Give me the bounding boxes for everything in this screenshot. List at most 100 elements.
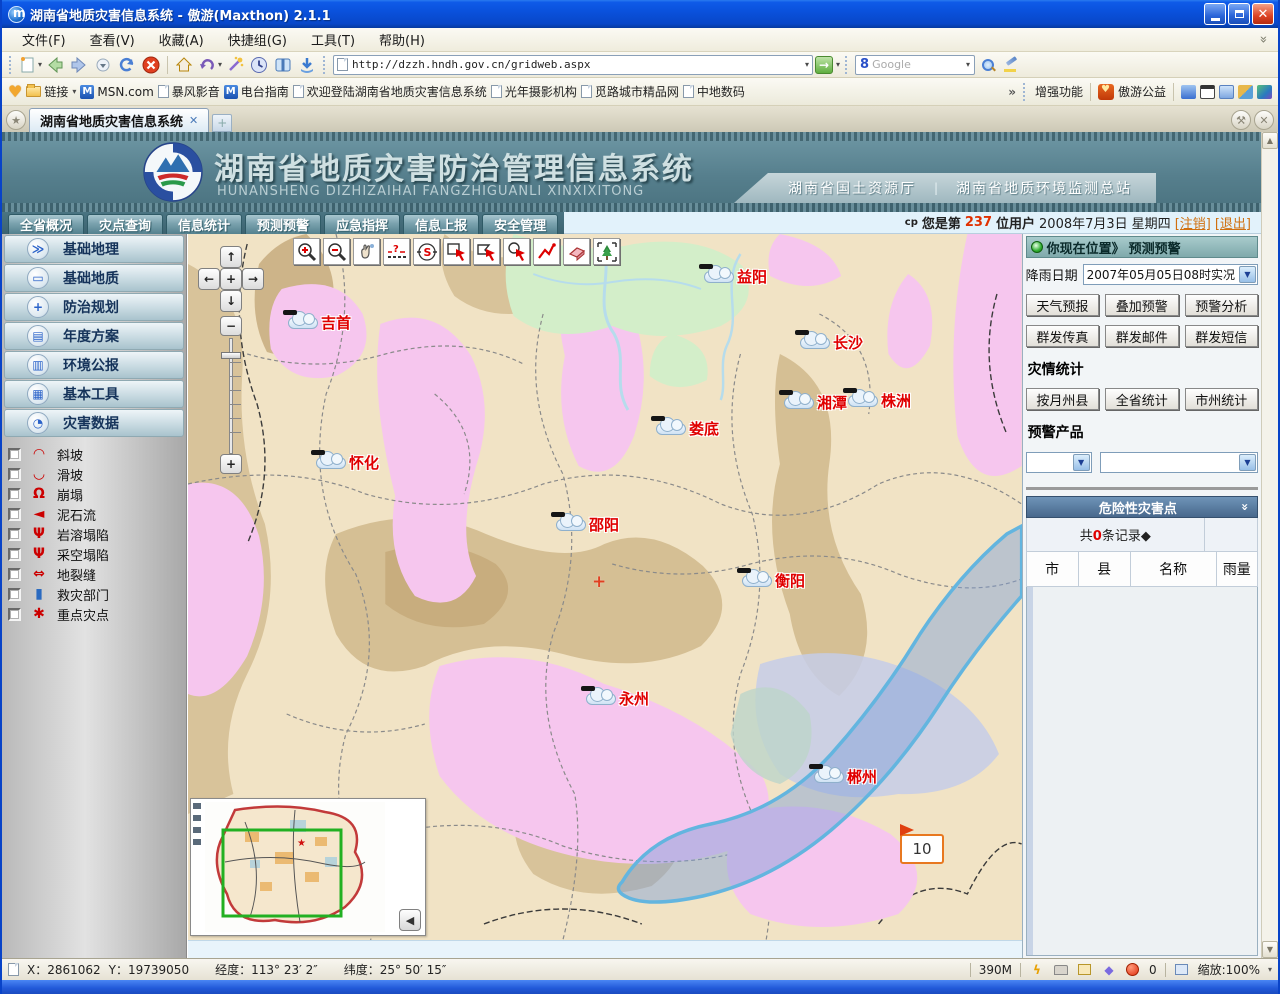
- new-window-icon[interactable]: [1077, 963, 1093, 977]
- toolbar-grip[interactable]: [1023, 83, 1028, 101]
- city-marker-huaihua[interactable]: 怀化: [316, 452, 379, 473]
- menu-help[interactable]: 帮助(H): [367, 27, 437, 52]
- nav-forecast-warning[interactable]: 预测预警: [245, 214, 321, 234]
- overview-minimap[interactable]: ★ ◀: [190, 798, 426, 936]
- close-all-icon[interactable]: ✕: [1254, 110, 1274, 130]
- warning-analysis-button[interactable]: 预警分析: [1185, 294, 1258, 316]
- tab-hunan-system[interactable]: 湖南省地质灾害信息系统 ✕: [29, 108, 209, 132]
- link-land-resources[interactable]: 湖南省国土资源厅: [788, 178, 916, 198]
- province-stats-button[interactable]: 全省统计: [1105, 388, 1178, 410]
- city-marker-shaoyang[interactable]: 邵阳: [556, 514, 619, 535]
- polygon-select-tool[interactable]: [473, 238, 500, 265]
- minimize-button[interactable]: [1204, 3, 1226, 25]
- links-folder[interactable]: 链接▾: [26, 83, 76, 100]
- zoom-dropdown-icon[interactable]: ▾: [1268, 965, 1272, 974]
- layer-checkbox[interactable]: [8, 608, 21, 621]
- nav-security-mgmt[interactable]: 安全管理: [482, 214, 558, 234]
- layer-checkbox[interactable]: [8, 568, 21, 581]
- warning-flag-marker[interactable]: 10: [900, 834, 944, 864]
- zoom-in-step-button[interactable]: +: [220, 454, 242, 474]
- pan-right-button[interactable]: →: [242, 268, 264, 290]
- page-scrollbar[interactable]: ▲ ▼: [1261, 132, 1278, 958]
- new-page-button[interactable]: ▾: [19, 54, 42, 76]
- window-tool-icon[interactable]: [1200, 85, 1215, 99]
- link-baofeng[interactable]: 暴风影音: [158, 83, 220, 100]
- toolbar-grip[interactable]: [845, 56, 850, 74]
- search-engine-icon[interactable]: 8: [860, 57, 869, 72]
- measure-distance-tool[interactable]: ?: [383, 238, 410, 265]
- menu-favorites[interactable]: 收藏(A): [147, 27, 216, 52]
- search-box[interactable]: 8 Google ▾: [855, 55, 975, 75]
- magic-wand-button[interactable]: [224, 54, 246, 76]
- sidebar-item-annual-plan[interactable]: ▤年度方案: [4, 322, 184, 350]
- shield-icon[interactable]: [1098, 84, 1114, 100]
- link-radio[interactable]: M电台指南: [224, 83, 289, 100]
- address-dropdown-icon[interactable]: ▾: [805, 60, 809, 69]
- link-photo[interactable]: 光年摄影机构: [491, 83, 577, 100]
- chevron-double-down-icon[interactable]: »: [1238, 503, 1252, 511]
- link-milu[interactable]: 觅路城市精品网: [581, 83, 679, 100]
- city-marker-zhuzhou[interactable]: 株洲: [848, 390, 911, 411]
- messenger-icon[interactable]: [1181, 85, 1196, 99]
- nav-info-report[interactable]: 信息上报: [403, 214, 479, 234]
- menu-groups[interactable]: 快捷组(G): [216, 27, 299, 52]
- layer-checkbox[interactable]: [8, 508, 21, 521]
- product-select-1[interactable]: ▼: [1026, 452, 1092, 473]
- link-welcome[interactable]: 欢迎登陆湖南省地质灾害信息系统: [293, 83, 487, 100]
- enhance-features-link[interactable]: 增强功能: [1035, 83, 1083, 100]
- restore-button[interactable]: [1228, 3, 1250, 25]
- zoom-slider-handle[interactable]: [221, 352, 241, 359]
- stop-button[interactable]: [140, 54, 162, 76]
- layer-checkbox[interactable]: [8, 528, 21, 541]
- product-select-2[interactable]: ▼: [1100, 452, 1258, 473]
- close-button[interactable]: ✕: [1252, 3, 1274, 25]
- maxthon-charity-link[interactable]: 傲游公益: [1118, 83, 1166, 100]
- city-marker-chenzhou[interactable]: 郴州: [814, 766, 877, 787]
- chevron-down-icon[interactable]: ▼: [1073, 454, 1090, 471]
- scroll-down-icon[interactable]: ▼: [1262, 941, 1278, 958]
- search-input[interactable]: Google: [872, 58, 962, 71]
- setup-wrench-icon[interactable]: ⚒: [1231, 110, 1251, 130]
- plugin-diamond-icon[interactable]: ◆: [1101, 963, 1117, 977]
- menu-file[interactable]: 文件(F): [10, 27, 78, 52]
- pan-hand-tool[interactable]: [353, 238, 380, 265]
- logout-link[interactable]: [注销]: [1175, 213, 1211, 232]
- go-button[interactable]: →: [815, 56, 833, 74]
- minimap-tool-strip[interactable]: [193, 803, 203, 845]
- city-marker-yongzhou[interactable]: 永州: [586, 688, 649, 709]
- address-bar[interactable]: http://dzzh.hndh.gov.cn/gridweb.aspx ▾: [333, 55, 813, 75]
- group-email-button[interactable]: 群发邮件: [1105, 325, 1178, 347]
- city-marker-jishou[interactable]: 吉首: [288, 312, 351, 333]
- search-button[interactable]: [977, 54, 999, 76]
- printer-icon[interactable]: [1053, 963, 1069, 977]
- minimap-collapse-button[interactable]: ◀: [399, 909, 421, 931]
- pan-up-button[interactable]: ↑: [220, 246, 242, 268]
- undo-button[interactable]: ▾: [197, 54, 222, 76]
- rect-select-tool[interactable]: [443, 238, 470, 265]
- zoom-level[interactable]: 缩放:100%: [1198, 961, 1260, 978]
- group-sms-button[interactable]: 群发短信: [1185, 325, 1258, 347]
- toolbar-grip[interactable]: [9, 56, 14, 74]
- forward-button[interactable]: [68, 54, 90, 76]
- exit-link[interactable]: [退出]: [1215, 213, 1251, 232]
- rain-date-select[interactable]: 2007年05月05日08时实况 ▼: [1083, 264, 1258, 285]
- chevron-down-icon[interactable]: ▼: [1239, 454, 1256, 471]
- tab-close-icon[interactable]: ✕: [189, 114, 198, 127]
- highlighter-button[interactable]: [1001, 54, 1023, 76]
- pens-icon[interactable]: [1238, 85, 1253, 99]
- city-marker-loudi[interactable]: 娄底: [656, 418, 719, 439]
- sidebar-item-base-geology[interactable]: ▭基础地质: [4, 264, 184, 292]
- tab-list-star-icon[interactable]: ★: [6, 110, 26, 130]
- clock-button[interactable]: [248, 54, 270, 76]
- scroll-up-icon[interactable]: ▲: [1262, 132, 1278, 149]
- group-fax-button[interactable]: 群发传真: [1026, 325, 1099, 347]
- menu-view[interactable]: 查看(V): [78, 27, 147, 52]
- link-geo-monitor[interactable]: 湖南省地质环境监测总站: [956, 178, 1132, 198]
- sidebar-item-env-bulletin[interactable]: ▥环境公报: [4, 351, 184, 379]
- layer-checkbox[interactable]: [8, 448, 21, 461]
- chevron-down-icon[interactable]: ▼: [1239, 266, 1256, 283]
- back-button[interactable]: [44, 54, 66, 76]
- toolbar-collapse-icon[interactable]: [1252, 31, 1274, 49]
- layer-checkbox[interactable]: [8, 548, 21, 561]
- draw-line-tool[interactable]: [533, 238, 560, 265]
